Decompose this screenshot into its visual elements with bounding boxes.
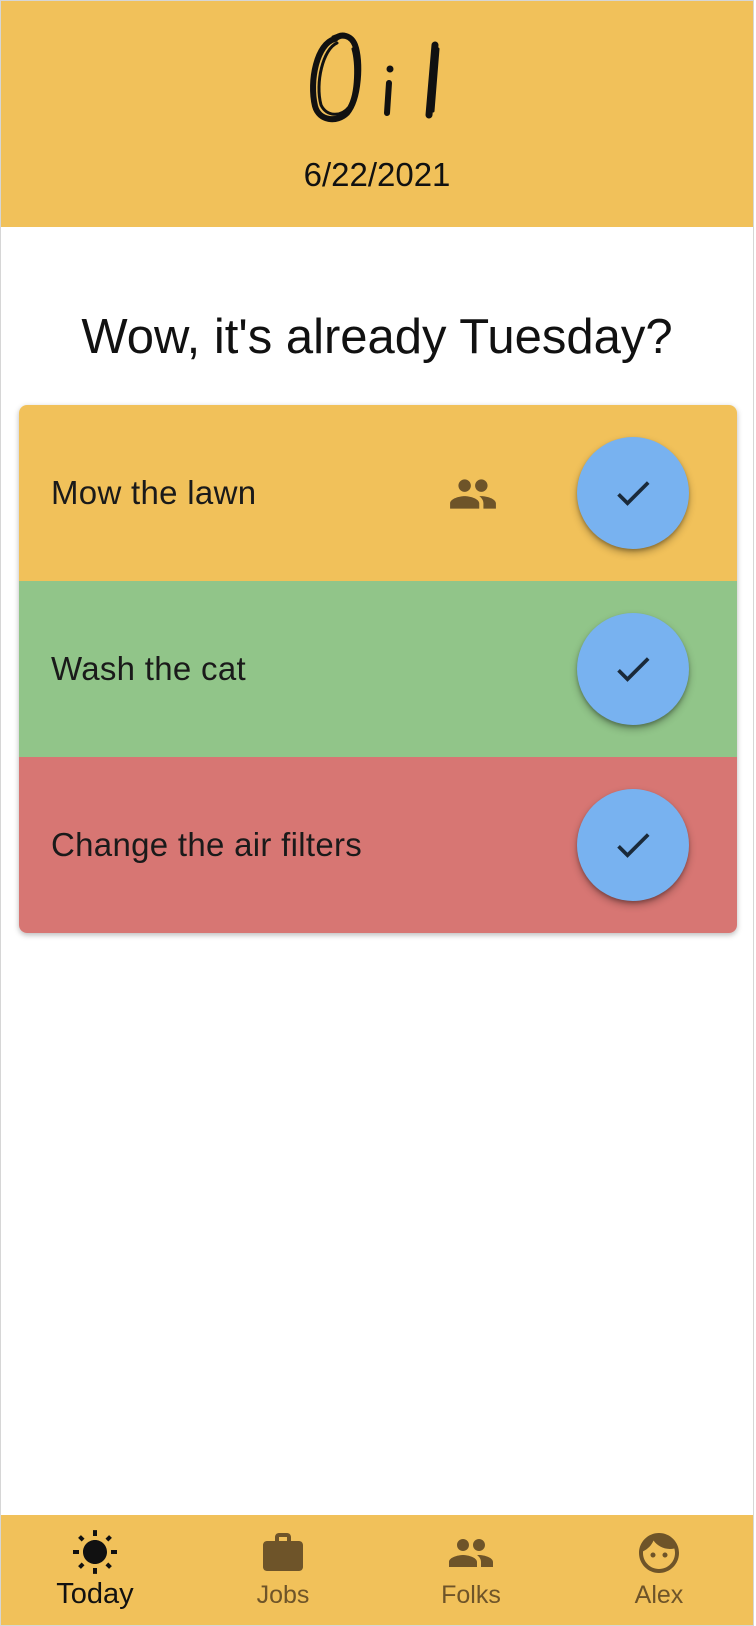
nav-item-jobs[interactable]: Jobs xyxy=(189,1515,377,1625)
header: 6/22/2021 xyxy=(1,1,753,227)
nav-item-alex[interactable]: Alex xyxy=(565,1515,753,1625)
task-row[interactable]: Change the air filters xyxy=(19,757,737,933)
complete-task-button[interactable] xyxy=(577,437,689,549)
nav-label: Alex xyxy=(634,1581,684,1609)
nav-item-today[interactable]: Today xyxy=(1,1515,189,1625)
greeting-heading: Wow, it's already Tuesday? xyxy=(81,310,673,364)
briefcase-icon xyxy=(259,1529,307,1577)
complete-task-button[interactable] xyxy=(577,789,689,901)
check-icon xyxy=(617,481,650,506)
people-icon xyxy=(448,469,498,519)
task-label: Mow the lawn xyxy=(51,474,257,511)
nav-label: Today xyxy=(56,1578,134,1610)
nav-label: Folks xyxy=(441,1581,501,1609)
bottom-nav: Today Jobs Folks Alex xyxy=(1,1515,753,1625)
nav-item-folks[interactable]: Folks xyxy=(377,1515,565,1625)
app-frame: 6/22/2021 Wow, it's already Tuesday? Mow… xyxy=(0,0,754,1626)
task-row[interactable]: Wash the cat xyxy=(19,581,737,757)
task-label: Wash the cat xyxy=(51,650,246,687)
people-icon xyxy=(447,1529,495,1577)
app-logo xyxy=(1,21,753,131)
sun-icon xyxy=(71,1529,119,1577)
task-row[interactable]: Mow the lawn xyxy=(19,405,737,581)
current-date: 6/22/2021 xyxy=(303,156,451,193)
nav-label: Jobs xyxy=(256,1581,310,1609)
task-list: Mow the lawn Wash the cat Change the air… xyxy=(19,405,737,933)
check-icon xyxy=(617,833,650,858)
complete-task-button[interactable] xyxy=(577,613,689,725)
task-label: Change the air filters xyxy=(51,826,363,863)
check-icon xyxy=(617,657,650,682)
face-icon xyxy=(635,1529,683,1577)
